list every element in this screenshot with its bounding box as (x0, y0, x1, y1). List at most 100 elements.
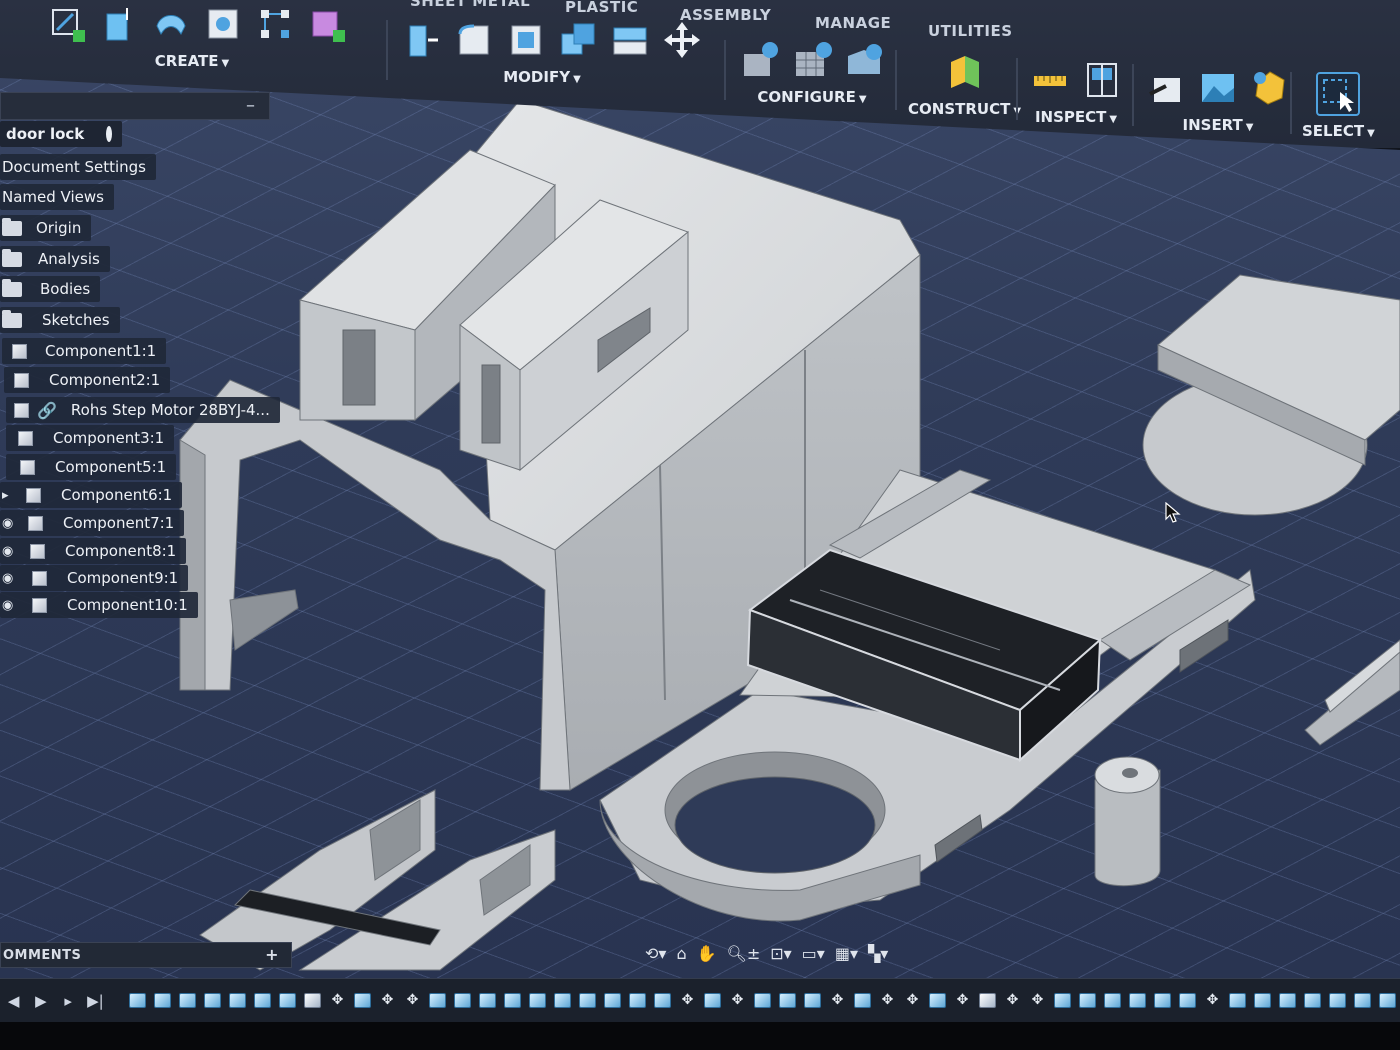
browser-item-step-motor[interactable]: 🔗 Rohs Step Motor 28BYJ-4... (6, 397, 280, 423)
active-component-radio-icon[interactable] (106, 126, 113, 142)
timeline-body-feature-icon[interactable] (354, 993, 371, 1008)
grid-icon[interactable]: ▦▾ (835, 944, 858, 963)
create-sketch-icon[interactable] (45, 2, 89, 46)
revolve-icon[interactable] (149, 2, 193, 46)
timeline-body-feature-icon[interactable] (1329, 993, 1346, 1008)
timeline-move-feature-icon[interactable]: ✥ (954, 993, 971, 1008)
insert-canvas-icon[interactable] (1196, 66, 1240, 110)
add-comment-button[interactable]: + (265, 945, 279, 964)
timeline-sketch-feature-icon[interactable] (479, 993, 496, 1008)
timeline-body-feature-icon[interactable] (254, 993, 271, 1008)
chevron-down-icon[interactable]: ▼ (1367, 128, 1375, 139)
timeline-body-feature-icon[interactable] (754, 993, 771, 1008)
configure-group[interactable]: CONFIGURE ▼ (738, 38, 886, 106)
insert-label[interactable]: INSERT (1183, 116, 1243, 134)
timeline-body-feature-icon[interactable] (204, 993, 221, 1008)
insert-derive-icon[interactable] (1144, 66, 1188, 110)
section-analysis-icon[interactable] (1080, 58, 1124, 102)
select-icon[interactable] (1316, 72, 1361, 116)
timeline-sketch-feature-icon[interactable] (179, 993, 196, 1008)
chevron-down-icon[interactable]: ▼ (573, 74, 581, 85)
timeline-body-feature-icon[interactable] (304, 993, 321, 1008)
timeline-body-feature-icon[interactable] (504, 993, 521, 1008)
timeline-body-feature-icon[interactable] (1354, 993, 1371, 1008)
timeline-move-feature-icon[interactable]: ✥ (379, 993, 396, 1008)
chevron-down-icon[interactable]: ▼ (222, 58, 230, 69)
insert-group[interactable]: INSERT ▼ (1144, 66, 1292, 134)
round-cover[interactable] (1142, 274, 1400, 516)
fit-icon[interactable]: ⊡▾ (770, 944, 791, 963)
timeline-body-feature-icon[interactable] (604, 993, 621, 1008)
timeline-bar[interactable]: ◀ ▶ ▸ ▶| ✥ ✥ ✥ ✥ ✥ ✥ ✥ ✥ ✥ ✥ ✥ ✥ (0, 978, 1400, 1022)
split-face-icon[interactable] (608, 18, 652, 62)
browser-item-bodies[interactable]: Bodies (0, 276, 101, 302)
timeline-body-feature-icon[interactable] (1054, 993, 1071, 1008)
visibility-eye-icon[interactable]: ◉ (2, 598, 16, 613)
timeline-sketch-feature-icon[interactable] (629, 993, 646, 1008)
visibility-eye-icon[interactable]: ◉ (2, 571, 16, 586)
timeline-sketch-feature-icon[interactable] (1179, 993, 1196, 1008)
timeline-body-feature-icon[interactable] (704, 993, 721, 1008)
viewports-icon[interactable]: ▚▾ (868, 944, 888, 963)
browser-item-component3[interactable]: Component3:1 (6, 425, 175, 451)
measure-icon[interactable] (1028, 58, 1072, 102)
timeline-sketch-feature-icon[interactable] (129, 993, 146, 1008)
timeline-sketch-feature-icon[interactable] (1229, 993, 1246, 1008)
inspect-group[interactable]: INSPECT ▼ (1028, 58, 1124, 126)
browser-item-sketches[interactable]: Sketches (0, 307, 120, 333)
visibility-eye-icon[interactable]: ▸ (2, 488, 16, 503)
insert-mesh-icon[interactable] (1248, 66, 1292, 110)
rectangular-pattern-icon[interactable] (253, 2, 297, 46)
timeline-body-feature-icon[interactable] (654, 993, 671, 1008)
timeline-body-feature-icon[interactable] (1104, 993, 1121, 1008)
browser-item-named-views[interactable]: Named Views (0, 184, 114, 210)
timeline-body-feature-icon[interactable] (929, 993, 946, 1008)
browser-item-component1[interactable]: Component1:1 (2, 338, 167, 364)
configure-label[interactable]: CONFIGURE (757, 88, 855, 106)
tab-utilities[interactable]: UTILITIES (928, 22, 1013, 40)
timeline-sketch-feature-icon[interactable] (579, 993, 596, 1008)
pan-icon[interactable]: ✋ (697, 944, 717, 963)
tab-plastic[interactable]: PLASTIC (565, 0, 638, 16)
create-label[interactable]: CREATE (155, 52, 219, 70)
timeline-body-feature-icon[interactable] (1279, 993, 1296, 1008)
browser-item-component2[interactable]: Component2:1 (4, 367, 171, 393)
browser-item-component7[interactable]: ◉ Component7:1 (0, 510, 185, 536)
timeline-sketch-feature-icon[interactable] (429, 993, 446, 1008)
timeline-move-feature-icon[interactable]: ✥ (329, 993, 346, 1008)
timeline-move-feature-icon[interactable]: ✥ (1204, 993, 1221, 1008)
browser-root-item[interactable]: door lock (0, 121, 122, 147)
shell-icon[interactable] (504, 18, 548, 62)
timeline-move-feature-icon[interactable]: ✥ (904, 993, 921, 1008)
construct-label[interactable]: CONSTRUCT (908, 100, 1010, 118)
timeline-sketch-feature-icon[interactable] (279, 993, 296, 1008)
browser-item-component6[interactable]: ▸ Component6:1 (0, 482, 183, 508)
timeline-move-feature-icon[interactable]: ✥ (1029, 993, 1046, 1008)
timeline-body-feature-icon[interactable] (979, 993, 996, 1008)
go-to-end-icon[interactable]: ▶| (82, 992, 109, 1010)
timeline-body-feature-icon[interactable] (1154, 993, 1171, 1008)
fillet-icon[interactable] (452, 18, 496, 62)
timeline-body-feature-icon[interactable] (1079, 993, 1096, 1008)
inspect-label[interactable]: INSPECT (1035, 108, 1106, 126)
look-at-icon[interactable]: ⌂ (676, 944, 686, 963)
small-pin[interactable] (1094, 756, 1161, 887)
play-icon[interactable]: ▶ (27, 992, 54, 1010)
orbit-icon[interactable]: ⟲▾ (645, 944, 666, 963)
configuration-table-icon[interactable] (790, 38, 834, 82)
display-settings-icon[interactable]: ▭▾ (802, 944, 825, 963)
visibility-eye-icon[interactable]: ◉ (2, 516, 16, 531)
timeline-body-feature-icon[interactable] (154, 993, 171, 1008)
timeline-body-feature-icon[interactable] (804, 993, 821, 1008)
timeline-body-feature-icon[interactable] (1254, 993, 1271, 1008)
chevron-down-icon[interactable]: ▼ (1109, 114, 1117, 125)
press-pull-icon[interactable] (400, 18, 444, 62)
zoom-icon[interactable]: 🔍︎± (727, 944, 761, 963)
timeline-move-feature-icon[interactable]: ✥ (829, 993, 846, 1008)
new-component-icon[interactable] (305, 2, 349, 46)
minimize-icon[interactable]: – (246, 95, 255, 116)
timeline-body-feature-icon[interactable] (1129, 993, 1146, 1008)
move-icon[interactable] (660, 18, 704, 62)
step-back-icon[interactable]: ◀ (0, 992, 27, 1010)
select-label[interactable]: SELECT (1302, 122, 1364, 140)
